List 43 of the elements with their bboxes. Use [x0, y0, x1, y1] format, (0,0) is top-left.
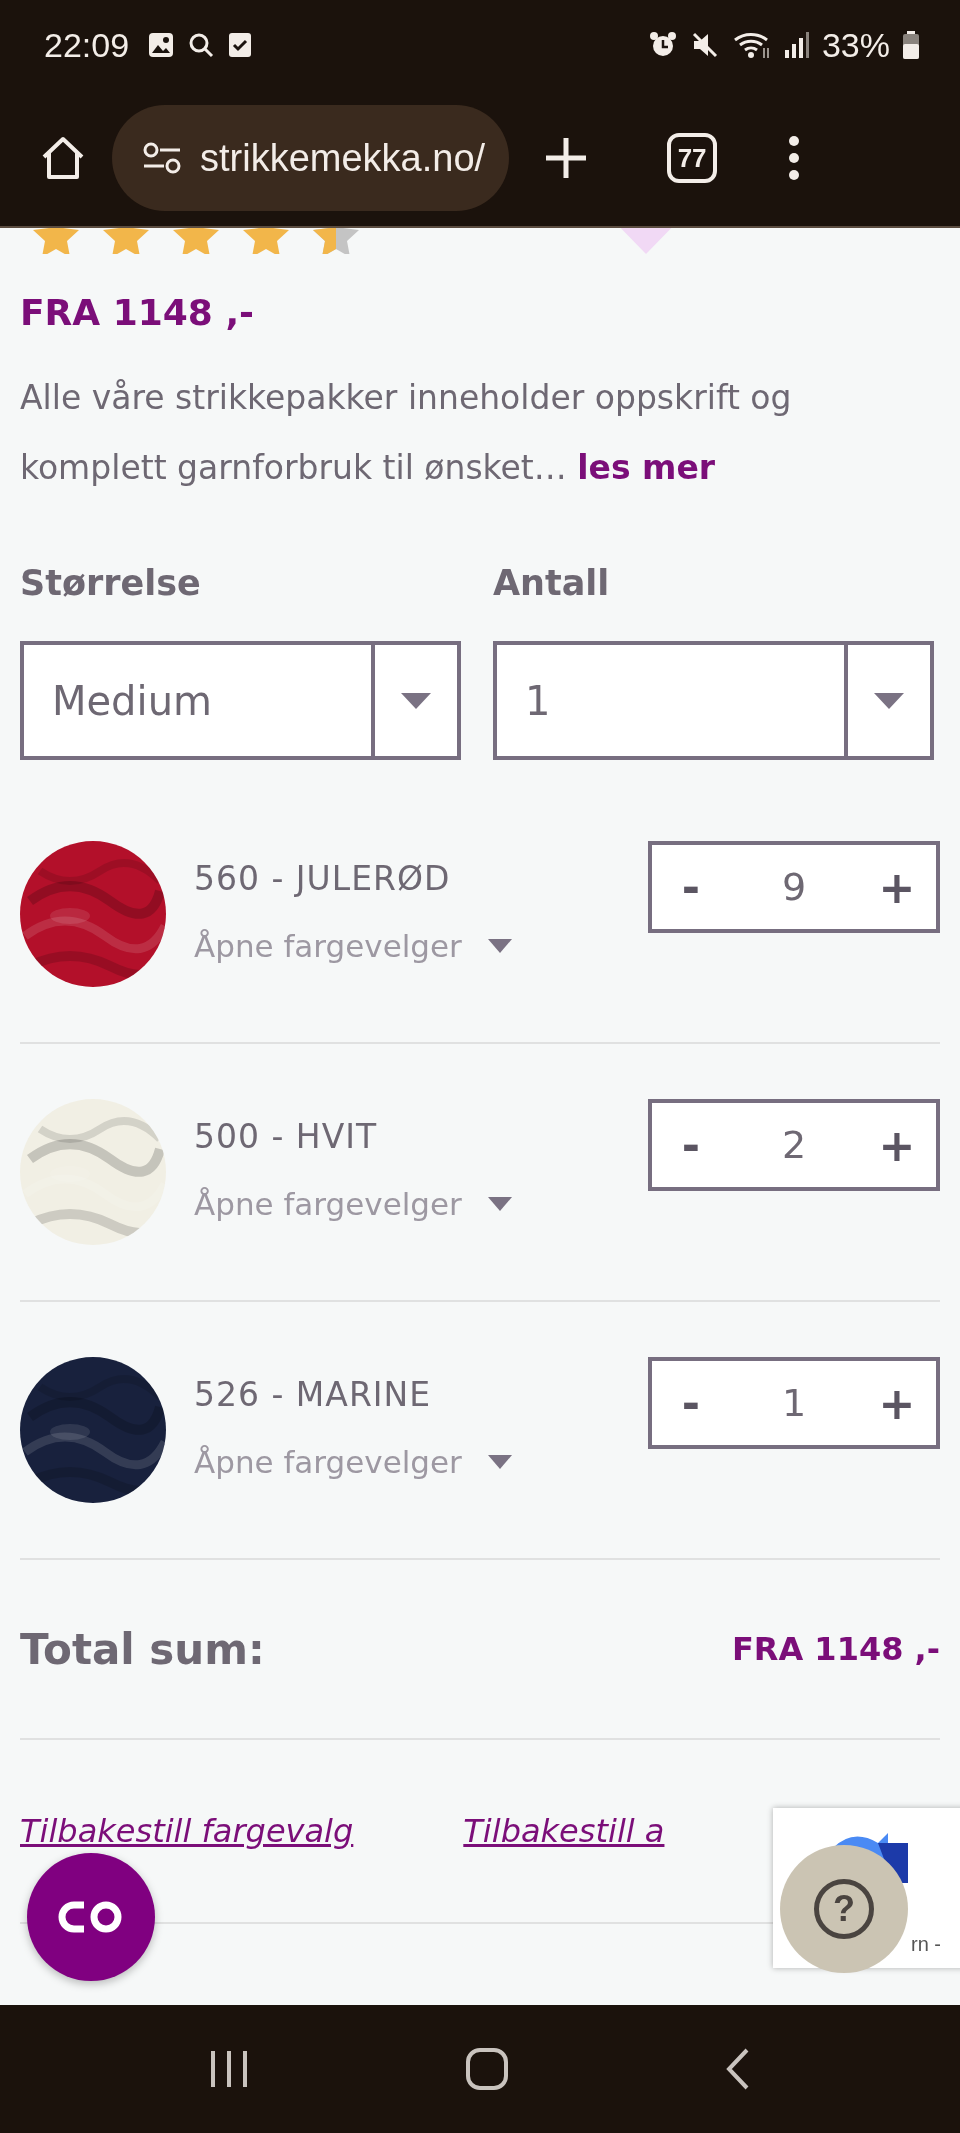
increase-button[interactable]: + [872, 1376, 922, 1430]
decrease-button[interactable]: - [666, 860, 716, 914]
site-settings-icon[interactable] [142, 141, 182, 175]
product-description: Alle våre strikkepakker inneholder oppskrift og komplett garnforbruk til ønsket… les mer [20, 377, 793, 489]
address-bar[interactable]: strikkemekka.no/ [112, 105, 510, 211]
more-options-icon[interactable] [787, 135, 802, 181]
search-icon [187, 31, 216, 59]
increase-button[interactable]: + [872, 1118, 922, 1172]
decrease-button[interactable]: - [666, 1376, 716, 1430]
clock: 22:09 [44, 25, 130, 65]
option-label: Antall [493, 562, 611, 605]
url-text: strikkemekka.no/ [200, 136, 486, 180]
battery-icon [902, 30, 920, 60]
price: FRA 1148 ,- [20, 292, 256, 333]
checkbox-icon [227, 31, 254, 59]
caret-icon [401, 692, 431, 709]
dropdown[interactable]: 1 [493, 641, 934, 760]
signal-icon [783, 30, 810, 60]
image-icon [147, 31, 176, 59]
color-name: 560 - JULERØD [194, 859, 452, 898]
caret-icon [487, 939, 512, 953]
caret-icon [487, 1455, 512, 1469]
decrease-button[interactable]: - [666, 1118, 716, 1172]
caret-icon [874, 692, 904, 709]
quantity-value: 9 [781, 865, 807, 909]
home-button-icon[interactable] [465, 2047, 509, 2091]
color-name: 500 - HVIT [194, 1117, 379, 1156]
quantity-value: 1 [781, 1381, 807, 1425]
read-more-link[interactable]: les mer [577, 448, 716, 487]
tab-count-button[interactable]: 77 [667, 133, 718, 183]
battery-percentage: 33% [821, 25, 890, 65]
total-price: FRA 1148 ,- [731, 1630, 940, 1668]
total-label: Total sum: [20, 1624, 265, 1674]
quantity-value: 2 [781, 1123, 807, 1167]
caret-icon [487, 1197, 512, 1211]
increase-button[interactable]: + [872, 860, 922, 914]
chat-button[interactable] [27, 1853, 155, 1981]
color-name: 526 - MARINE [194, 1375, 433, 1414]
dropdown[interactable]: Medium [20, 641, 461, 760]
reset-link[interactable]: Tilbakestill fargevalg [20, 1812, 354, 1850]
reset-link[interactable]: Tilbakestill a [463, 1812, 665, 1850]
option-label: Størrelse [20, 562, 202, 605]
recaptcha-text: rn - [911, 1933, 941, 1956]
